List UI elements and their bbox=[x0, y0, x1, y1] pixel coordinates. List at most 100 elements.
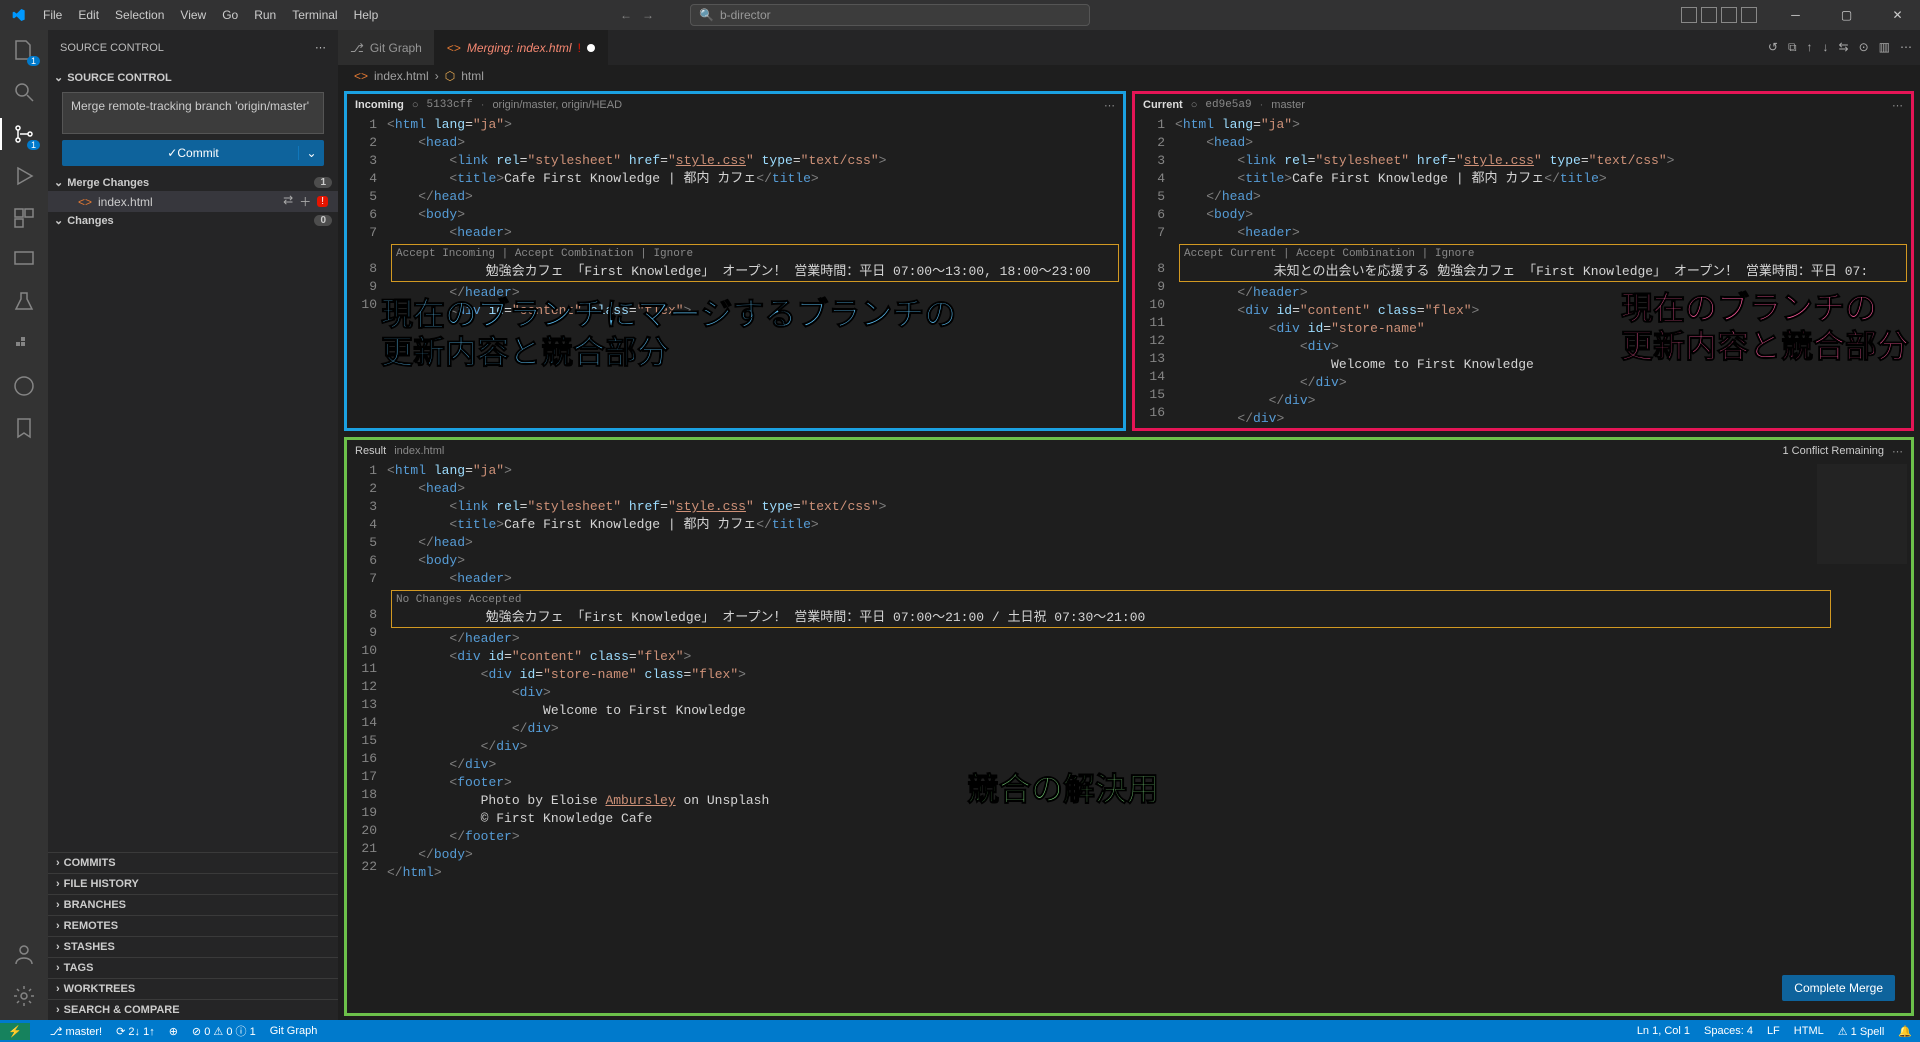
complete-merge-button[interactable]: Complete Merge bbox=[1782, 975, 1895, 1001]
close-button[interactable]: ✕ bbox=[1875, 0, 1920, 30]
more-icon[interactable]: ⋯ bbox=[1104, 99, 1115, 112]
nav-icon[interactable]: ⇆ bbox=[1839, 40, 1849, 55]
sidebar: SOURCE CONTROL ⋯ ⌄SOURCE CONTROL Merge re… bbox=[48, 30, 338, 1020]
merge-changes-header[interactable]: ⌄Merge Changes1 bbox=[48, 174, 338, 191]
gitgraph-status[interactable]: Git Graph bbox=[270, 1025, 318, 1037]
extensions-icon[interactable] bbox=[12, 206, 36, 230]
menu-help[interactable]: Help bbox=[346, 8, 387, 22]
remote-indicator[interactable]: ⚡ bbox=[0, 1023, 30, 1040]
tab-gitgraph[interactable]: ⎇Git Graph bbox=[338, 30, 435, 65]
more-icon[interactable]: ⋯ bbox=[1892, 99, 1903, 112]
indentation[interactable]: Spaces: 4 bbox=[1704, 1025, 1753, 1038]
eol[interactable]: LF bbox=[1767, 1025, 1780, 1038]
run-debug-icon[interactable] bbox=[12, 164, 36, 188]
incoming-editor[interactable]: 12345678910 <html lang="ja"> <head> <lin… bbox=[347, 116, 1123, 428]
graph-icon[interactable]: ⊕ bbox=[169, 1025, 178, 1038]
account-icon[interactable] bbox=[12, 942, 36, 966]
nav-fwd-icon[interactable]: → bbox=[642, 8, 654, 22]
gitgraph-icon: ⎇ bbox=[350, 41, 364, 55]
sidebar-title: SOURCE CONTROL bbox=[60, 42, 164, 54]
acc-stashes[interactable]: ›STASHES bbox=[48, 936, 338, 957]
menu-view[interactable]: View bbox=[172, 8, 214, 22]
more-icon[interactable]: ⋯ bbox=[315, 41, 326, 54]
command-center[interactable]: 🔍 b-director bbox=[690, 4, 1090, 26]
more-icon[interactable]: ⋯ bbox=[1892, 445, 1903, 458]
settings-gear-icon[interactable] bbox=[12, 984, 36, 1008]
bookmark-icon[interactable] bbox=[12, 416, 36, 440]
open-file-icon[interactable]: ⇄ bbox=[283, 193, 293, 210]
acc-branches[interactable]: ›BRANCHES bbox=[48, 894, 338, 915]
pin-icon[interactable]: ⊙ bbox=[1859, 40, 1869, 55]
prev-icon[interactable]: ↑ bbox=[1807, 40, 1813, 55]
open-changes-icon[interactable]: ⧉ bbox=[1788, 40, 1797, 55]
pane-title: Result bbox=[355, 445, 386, 457]
result-codelens[interactable]: No Changes Accepted bbox=[392, 591, 525, 609]
tab-merging[interactable]: <>Merging: index.html! bbox=[435, 30, 608, 65]
conflict-badge: ! bbox=[317, 196, 328, 207]
incoming-codelens[interactable]: Accept Incoming | Accept Combination | I… bbox=[392, 245, 697, 263]
menu-edit[interactable]: Edit bbox=[70, 8, 107, 22]
next-icon[interactable]: ↓ bbox=[1823, 40, 1829, 55]
search-icon[interactable] bbox=[12, 80, 36, 104]
spell-check[interactable]: ⚠ 1 Spell bbox=[1838, 1025, 1885, 1038]
docker-icon[interactable] bbox=[12, 332, 36, 356]
result-file: index.html bbox=[394, 445, 444, 457]
history-icon[interactable]: ↺ bbox=[1768, 40, 1778, 55]
split-icon[interactable]: ▥ bbox=[1879, 40, 1890, 55]
scm-provider-header[interactable]: ⌄SOURCE CONTROL bbox=[48, 69, 338, 86]
branch-status[interactable]: ⎇ master! bbox=[50, 1025, 102, 1038]
testing-icon[interactable] bbox=[12, 290, 36, 314]
commit-hash[interactable]: 5133cff bbox=[427, 99, 473, 111]
menu-selection[interactable]: Selection bbox=[107, 8, 172, 22]
menu-file[interactable]: File bbox=[35, 8, 70, 22]
pane-title: Incoming bbox=[355, 99, 404, 111]
current-pane: Current ○ ed9e5a9 · master ⋯ 12345678910… bbox=[1132, 91, 1914, 431]
html-file-icon: <> bbox=[354, 69, 368, 83]
current-editor[interactable]: 12345678910111213141516 <html lang="ja">… bbox=[1135, 116, 1911, 428]
acc-worktrees[interactable]: ›WORKTREES bbox=[48, 978, 338, 999]
maximize-button[interactable]: ▢ bbox=[1824, 0, 1869, 30]
commit-button[interactable]: ✓ Commit⌄ bbox=[62, 140, 324, 166]
commit-icon: ○ bbox=[412, 99, 419, 111]
nav-back-icon[interactable]: ← bbox=[620, 8, 632, 22]
changes-header[interactable]: ⌄Changes0 bbox=[48, 212, 338, 229]
acc-tags[interactable]: ›TAGS bbox=[48, 957, 338, 978]
branch-label: origin/master, origin/HEAD bbox=[492, 99, 622, 111]
minimize-button[interactable]: ─ bbox=[1773, 0, 1818, 30]
notifications-icon[interactable]: 🔔 bbox=[1898, 1025, 1912, 1038]
sync-status[interactable]: ⟳ 2↓ 1↑ bbox=[116, 1025, 155, 1038]
acc-file-history[interactable]: ›FILE HISTORY bbox=[48, 873, 338, 894]
status-bar: ⚡ ⎇ master! ⟳ 2↓ 1↑ ⊕ ⊘ 0 ⚠ 0 ⓘ 1 Git Gr… bbox=[0, 1020, 1920, 1042]
language-mode[interactable]: HTML bbox=[1794, 1025, 1824, 1038]
commit-message-input[interactable]: Merge remote-tracking branch 'origin/mas… bbox=[62, 92, 324, 134]
gitlens-icon[interactable] bbox=[12, 374, 36, 398]
vscode-logo-icon bbox=[0, 7, 35, 23]
merge-file-row[interactable]: <> index.html ⇄＋ ! bbox=[48, 191, 338, 212]
editor-area: ⎇Git Graph <>Merging: index.html! ↺ ⧉ ↑ … bbox=[338, 30, 1920, 1020]
commit-hash[interactable]: ed9e5a9 bbox=[1205, 99, 1251, 111]
menu-go[interactable]: Go bbox=[214, 8, 246, 22]
explorer-icon[interactable]: 1 bbox=[12, 38, 36, 62]
stage-icon[interactable]: ＋ bbox=[299, 193, 311, 210]
tab-bar: ⎇Git Graph <>Merging: index.html! ↺ ⧉ ↑ … bbox=[338, 30, 1920, 65]
layout-icons[interactable] bbox=[1681, 7, 1757, 23]
more-icon[interactable]: ⋯ bbox=[1900, 40, 1912, 55]
breadcrumb[interactable]: <> index.html› ⬡ html bbox=[338, 65, 1920, 87]
chevron-down-icon[interactable]: ⌄ bbox=[298, 146, 324, 160]
current-codelens[interactable]: Accept Current | Accept Combination | Ig… bbox=[1180, 245, 1478, 263]
tag-icon: ⬡ bbox=[445, 69, 455, 83]
acc-search[interactable]: ›SEARCH & COMPARE bbox=[48, 999, 338, 1020]
remote-explorer-icon[interactable] bbox=[12, 248, 36, 272]
dirty-indicator-icon bbox=[587, 44, 595, 52]
acc-remotes[interactable]: ›REMOTES bbox=[48, 915, 338, 936]
menu-run[interactable]: Run bbox=[246, 8, 284, 22]
menu-terminal[interactable]: Terminal bbox=[284, 8, 345, 22]
source-control-icon[interactable]: 1 bbox=[12, 122, 36, 146]
title-bar: File Edit Selection View Go Run Terminal… bbox=[0, 0, 1920, 30]
search-icon: 🔍 bbox=[699, 8, 714, 22]
result-editor[interactable]: 12345678910111213141516171819202122 <htm… bbox=[347, 462, 1911, 1013]
problems-status[interactable]: ⊘ 0 ⚠ 0 ⓘ 1 bbox=[192, 1023, 256, 1039]
conflicts-remaining[interactable]: 1 Conflict Remaining bbox=[1783, 445, 1885, 457]
acc-commits[interactable]: ›COMMITS bbox=[48, 852, 338, 873]
cursor-position[interactable]: Ln 1, Col 1 bbox=[1637, 1025, 1690, 1038]
